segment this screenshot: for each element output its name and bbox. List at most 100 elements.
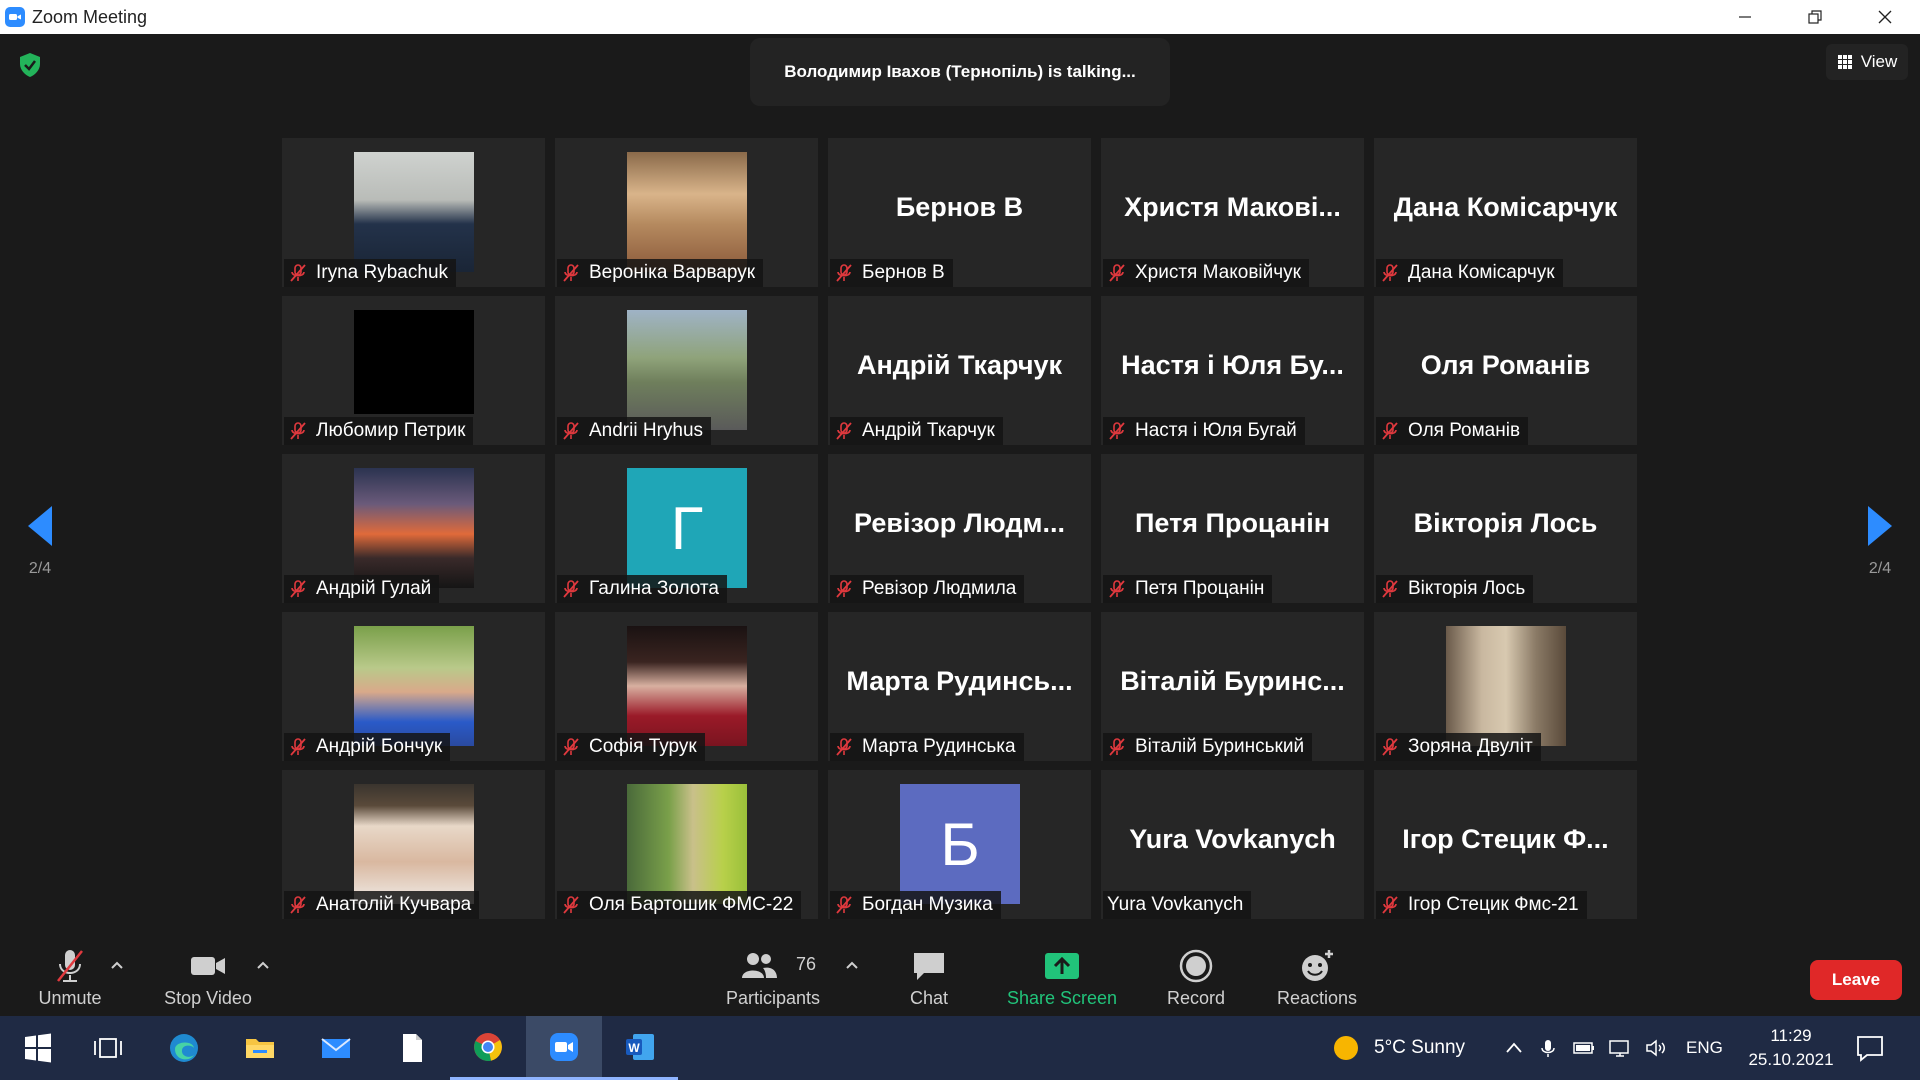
video-tile[interactable]: Ігор Стецик Ф... Ігор Стецик Фмс-21 (1374, 770, 1637, 919)
participant-name: Віталій Буринський (1135, 736, 1305, 757)
video-tile[interactable]: Петя Процанін Петя Процанін (1101, 454, 1364, 603)
muted-mic-icon (1109, 264, 1125, 282)
taskbar-clock[interactable]: 11:29 25.10.2021 (1736, 1024, 1846, 1072)
zoom-icon (550, 1032, 578, 1061)
video-tile[interactable]: Оля Бартошик ФМС-22 (555, 770, 818, 919)
stop-video-button[interactable]: Stop Video (158, 940, 258, 1016)
muted-mic-icon (1109, 738, 1125, 756)
video-tile[interactable]: Б Богдан Музика (828, 770, 1091, 919)
volume-icon[interactable] (1644, 1038, 1668, 1058)
system-tray-icons: ENG (1504, 1016, 1723, 1080)
task-view-button[interactable] (70, 1016, 146, 1080)
taskbar-mail[interactable] (298, 1016, 374, 1080)
video-tile[interactable]: Вероніка Варварук (555, 138, 818, 287)
microphone-icon[interactable] (1538, 1038, 1558, 1058)
close-icon (1878, 10, 1892, 24)
video-tile[interactable]: Андрій Гулай (282, 454, 545, 603)
participant-name-label: Зоряна Двуліт (1376, 733, 1541, 761)
record-button[interactable]: Record (1158, 940, 1234, 1016)
participant-name: Любомир Петрик (316, 420, 466, 441)
zoom-app-icon (5, 7, 25, 27)
participant-name: Галина Золота (589, 578, 719, 599)
participant-name-label: Андрій Бончук (284, 733, 451, 761)
stop-video-label: Stop Video (164, 987, 252, 1008)
participant-name: Зоряна Двуліт (1408, 736, 1533, 757)
notifications-button[interactable] (1834, 1016, 1906, 1080)
video-tile[interactable]: Оля Романів Оля Романів (1374, 296, 1637, 445)
video-tile[interactable]: Настя і Юля Бу... Настя і Юля Бугай (1101, 296, 1364, 445)
video-tile[interactable]: Г Галина Золота (555, 454, 818, 603)
previous-page-control[interactable]: 2/4 (26, 504, 54, 578)
weather-widget[interactable]: 5°C Sunny (1332, 1016, 1465, 1080)
security-shield-icon[interactable] (18, 52, 42, 78)
participants-button[interactable]: Participants (718, 940, 828, 1016)
taskbar-word[interactable]: W (602, 1016, 678, 1080)
video-tile[interactable]: Віталій Буринс... Віталій Буринський (1101, 612, 1364, 761)
video-tile[interactable]: Анатолій Кучвара (282, 770, 545, 919)
arrow-left-icon[interactable] (26, 504, 54, 548)
svg-text:W: W (628, 1041, 640, 1055)
video-tile[interactable]: Yura Vovkanych Yura Vovkanych (1101, 770, 1364, 919)
document-icon (403, 1034, 422, 1062)
participant-display-name: Христя Макові... (1124, 192, 1341, 222)
video-tile[interactable]: Дана Комісарчук Дана Комісарчук (1374, 138, 1637, 287)
next-page-control[interactable]: 2/4 (1866, 504, 1894, 578)
muted-mic-icon (290, 580, 306, 598)
participant-name: Вероніка Варварук (589, 262, 756, 283)
video-tile[interactable]: Бернов В Бернов В (828, 138, 1091, 287)
muted-mic-icon (290, 264, 306, 282)
video-tile[interactable]: Зоряна Двуліт (1374, 612, 1637, 761)
participant-name: Андрій Гулай (316, 578, 432, 599)
view-button[interactable]: View (1826, 44, 1908, 80)
muted-mic-icon (1382, 580, 1398, 598)
participant-display-name: Оля Романів (1420, 350, 1591, 380)
participant-video (627, 310, 747, 430)
participant-display-name: Віталій Буринс... (1120, 666, 1345, 696)
participants-label: Participants (725, 987, 821, 1008)
input-language[interactable]: ENG (1686, 1038, 1723, 1058)
muted-microphone-icon (57, 949, 83, 982)
edge-icon (170, 1034, 198, 1062)
video-tile[interactable]: Марта Рудинсь... Марта Рудинська (828, 612, 1091, 761)
video-tile[interactable]: Andrii Hryhus (555, 296, 818, 445)
weather-text: 5°C Sunny (1374, 1037, 1466, 1058)
video-tile[interactable]: Вікторія Лось Вікторія Лось (1374, 454, 1637, 603)
video-tile[interactable]: Ревізор Людм... Ревізор Людмила (828, 454, 1091, 603)
taskbar-zoom[interactable] (526, 1016, 602, 1080)
taskbar-document[interactable] (374, 1016, 450, 1080)
battery-icon[interactable] (1572, 1038, 1596, 1058)
participants-options-caret-icon[interactable] (845, 960, 859, 970)
participant-video (627, 626, 747, 746)
participant-name-label: Богдан Музика (830, 891, 1001, 919)
close-button[interactable] (1850, 0, 1920, 34)
start-button[interactable] (0, 1016, 76, 1080)
taskbar-chrome[interactable] (450, 1016, 526, 1080)
participant-name: Andrii Hryhus (589, 420, 704, 441)
video-options-caret-icon[interactable] (256, 960, 270, 970)
video-tile[interactable]: Андрій Бончук (282, 612, 545, 761)
leave-button[interactable]: Leave (1810, 960, 1902, 1000)
chat-button[interactable]: Chat (894, 940, 964, 1016)
reactions-icon (1302, 949, 1333, 981)
minimize-button[interactable] (1710, 0, 1780, 34)
participant-name: Дана Комісарчук (1408, 262, 1555, 283)
window-title: Zoom Meeting (32, 6, 148, 27)
muted-mic-icon (290, 422, 306, 440)
video-tile[interactable]: Христя Макові... Христя Маковійчук (1101, 138, 1364, 287)
reactions-button[interactable]: Reactions (1270, 940, 1364, 1016)
participant-name: Софія Турук (589, 736, 697, 757)
taskbar-edge-browser[interactable] (146, 1016, 222, 1080)
chevron-up-icon[interactable] (1504, 1038, 1524, 1058)
video-tile[interactable]: Любомир Петрик (282, 296, 545, 445)
unmute-button[interactable]: Unmute (28, 940, 112, 1016)
taskbar-file-explorer[interactable] (222, 1016, 298, 1080)
participant-name: Оля Бартошик ФМС-22 (589, 894, 794, 915)
video-tile[interactable]: Софія Турук (555, 612, 818, 761)
restore-button[interactable] (1780, 0, 1850, 34)
arrow-right-icon[interactable] (1866, 504, 1894, 548)
audio-options-caret-icon[interactable] (110, 960, 124, 970)
share-screen-button[interactable]: Share Screen (1000, 940, 1124, 1016)
video-tile[interactable]: Андрій Ткарчук Андрій Ткарчук (828, 296, 1091, 445)
video-tile[interactable]: Iryna Rybachuk (282, 138, 545, 287)
network-icon[interactable] (1608, 1038, 1632, 1058)
